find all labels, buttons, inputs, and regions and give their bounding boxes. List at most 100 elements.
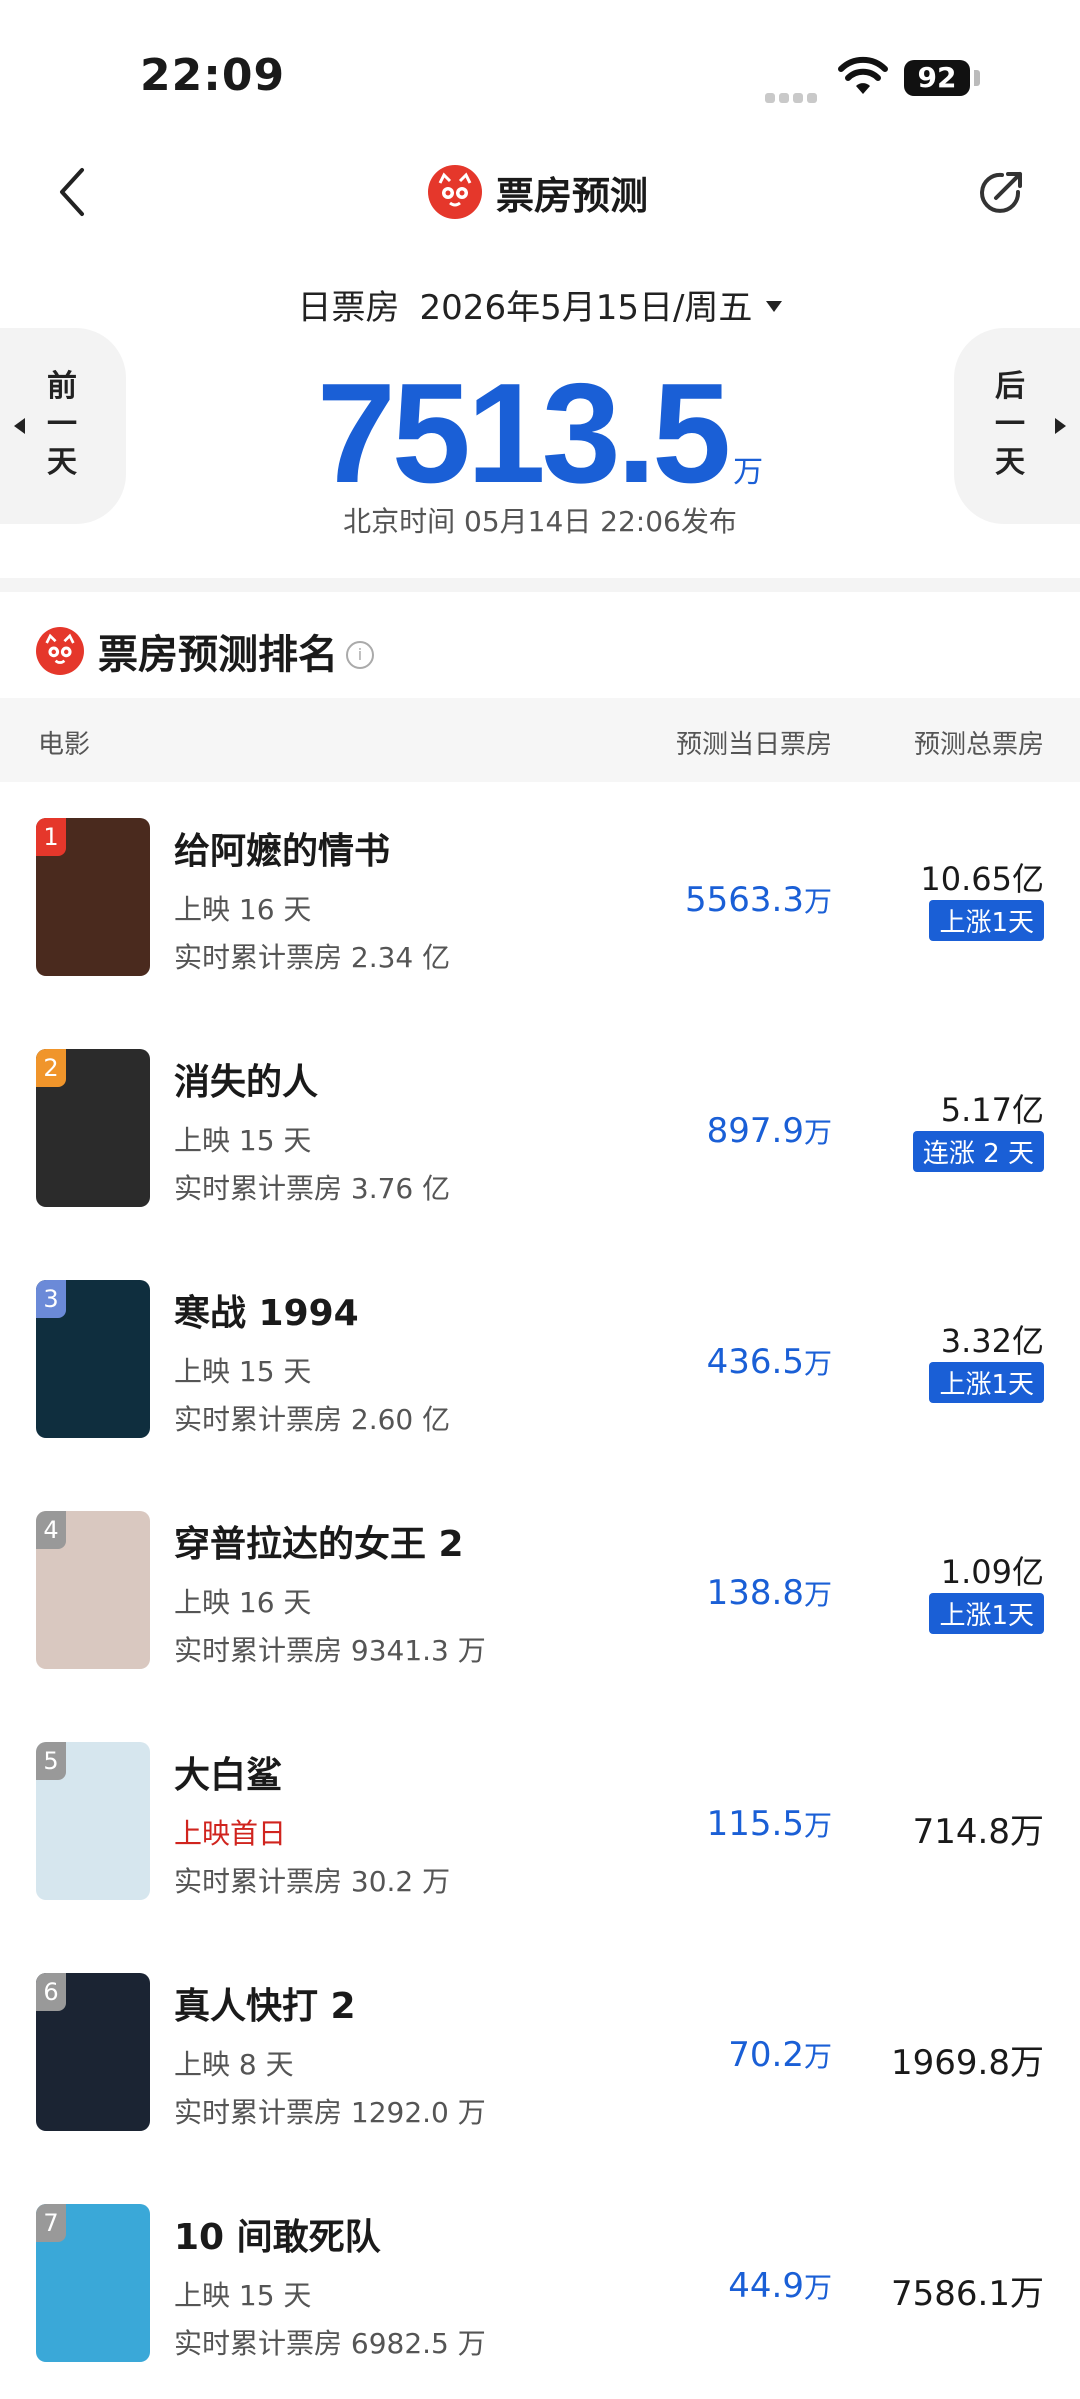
rank-badge: 7 [36, 2204, 66, 2242]
info-icon[interactable]: i [346, 641, 374, 669]
movie-title: 真人快打 2 [174, 1986, 356, 2027]
predicted-today-unit: 万 [803, 1116, 832, 1149]
chevron-left-icon [60, 168, 84, 216]
status-time: 22:09 [140, 50, 286, 101]
ranking-header: 票房预测排名 i [36, 622, 374, 680]
cumulative-boxoffice: 实时累计票房 3.76 亿 [174, 1172, 451, 1205]
movie-row[interactable]: 6 真人快打 2 上映 8 天 实时累计票房 1292.0 万 70.2万 19… [0, 1937, 1080, 2168]
date-selector[interactable]: 日票房 2026年5月15日/周五 [0, 280, 1080, 329]
trend-badge: 上涨1天 [929, 1593, 1044, 1634]
predicted-today-value: 897.9 [706, 1111, 804, 1151]
wifi-icon [838, 56, 888, 96]
rank-badge: 4 [36, 1511, 66, 1549]
predicted-today: 436.5万 [707, 1342, 832, 1382]
predicted-total: 7586.1万 [891, 2274, 1044, 2314]
cumulative-boxoffice: 实时累计票房 6982.5 万 [174, 2327, 486, 2360]
movie-title: 10 间敢死队 [174, 2217, 381, 2258]
maoyan-logo-icon [428, 165, 482, 219]
predicted-today: 115.5万 [707, 1804, 832, 1844]
share-icon [980, 172, 1022, 213]
movie-poster: 3 [36, 1280, 150, 1438]
cumulative-boxoffice: 实时累计票房 1292.0 万 [174, 2096, 486, 2129]
section-title: 票房预测排名 [98, 632, 338, 678]
rank-badge: 6 [36, 1973, 66, 2011]
cumulative-boxoffice: 实时累计票房 2.34 亿 [174, 941, 451, 974]
release-days: 上映首日 [174, 1817, 287, 1850]
predicted-today-value: 436.5 [706, 1342, 804, 1382]
movie-row[interactable]: 1 给阿嬷的情书 上映 16 天 实时累计票房 2.34 亿 5563.3万 1… [0, 782, 1080, 1013]
release-days: 上映 16 天 [174, 1586, 312, 1619]
status-bar: 22:09 92 [0, 0, 1080, 150]
caret-down-icon [766, 301, 783, 312]
predicted-today-value: 70.2 [728, 2035, 804, 2075]
signal-icon [765, 88, 821, 103]
movie-row[interactable]: 7 10 间敢死队 上映 15 天 实时累计票房 6982.5 万 44.9万 … [0, 2168, 1080, 2399]
cumulative-boxoffice: 实时累计票房 2.60 亿 [174, 1403, 451, 1436]
predicted-total: 10.65亿 [920, 860, 1044, 898]
table-header: 电影 预测当日票房 预测总票房 [0, 698, 1080, 782]
release-days: 上映 15 天 [174, 2279, 312, 2312]
movie-poster: 5 [36, 1742, 150, 1900]
trend-badge: 上涨1天 [929, 1362, 1044, 1403]
release-days: 上映 15 天 [174, 1355, 312, 1388]
release-days: 上映 8 天 [174, 2048, 294, 2081]
section-divider [0, 578, 1080, 592]
date-label: 日票房 [297, 288, 400, 328]
predicted-today-unit: 万 [803, 2040, 832, 2073]
total-unit: 万 [733, 455, 764, 490]
back-button[interactable] [50, 160, 94, 224]
predicted-today-unit: 万 [803, 1347, 832, 1380]
release-days: 上映 15 天 [174, 1124, 312, 1157]
battery-tip [974, 70, 980, 86]
movie-list: 1 给阿嬷的情书 上映 16 天 实时累计票房 2.34 亿 5563.3万 1… [0, 782, 1080, 2399]
movie-title: 穿普拉达的女王 2 [174, 1524, 464, 1565]
movie-poster: 2 [36, 1049, 150, 1207]
rank-badge: 1 [36, 818, 66, 856]
nav-title-group: 票房预测 [428, 162, 648, 222]
predicted-today-value: 44.9 [728, 2266, 804, 2306]
predicted-today: 138.8万 [707, 1573, 832, 1613]
total-value: 7513.5 [316, 354, 731, 513]
predicted-today: 897.9万 [707, 1111, 832, 1151]
movie-poster: 1 [36, 818, 150, 976]
release-days: 上映 16 天 [174, 893, 312, 926]
predicted-total: 1969.8万 [891, 2043, 1044, 2083]
predicted-today-value: 115.5 [706, 1804, 804, 1844]
movie-row[interactable]: 5 大白鲨 上映首日 实时累计票房 30.2 万 115.5万 714.8万 [0, 1706, 1080, 1937]
date-value: 2026年5月15日/周五 [419, 288, 753, 328]
predicted-today-unit: 万 [803, 885, 832, 918]
publish-time: 北京时间 05月14日 22:06发布 [343, 505, 737, 538]
movie-title: 消失的人 [174, 1062, 319, 1103]
predicted-total: 3.32亿 [940, 1322, 1044, 1360]
share-button[interactable] [974, 166, 1028, 220]
movie-row[interactable]: 3 寒战 1994 上映 15 天 实时累计票房 2.60 亿 436.5万 3… [0, 1244, 1080, 1475]
movie-row[interactable]: 2 消失的人 上映 15 天 实时累计票房 3.76 亿 897.9万 5.17… [0, 1013, 1080, 1244]
predicted-today: 70.2万 [728, 2035, 832, 2075]
page-title: 票房预测 [496, 173, 649, 218]
movie-title: 给阿嬷的情书 [174, 831, 391, 872]
predicted-today: 44.9万 [728, 2266, 832, 2306]
predicted-today: 5563.3万 [685, 880, 832, 920]
movie-row[interactable]: 4 穿普拉达的女王 2 上映 16 天 实时累计票房 9341.3 万 138.… [0, 1475, 1080, 1706]
movie-poster: 7 [36, 2204, 150, 2362]
battery-icon: 92 [904, 60, 970, 96]
col-today: 预测当日票房 [675, 730, 832, 760]
movie-poster: 6 [36, 1973, 150, 2131]
predicted-total: 1.09亿 [940, 1553, 1044, 1591]
predicted-today-unit: 万 [803, 1809, 832, 1842]
predicted-today-value: 5563.3 [685, 880, 804, 920]
predicted-today-value: 138.8 [706, 1573, 804, 1613]
daily-boxoffice-total: 7513.5 万 [0, 352, 1080, 516]
predicted-today-unit: 万 [803, 1578, 832, 1611]
movie-poster: 4 [36, 1511, 150, 1669]
col-total: 预测总票房 [913, 730, 1044, 760]
movie-title: 大白鲨 [174, 1755, 283, 1796]
movie-title: 寒战 1994 [174, 1293, 359, 1334]
predicted-today-unit: 万 [803, 2271, 832, 2304]
rank-badge: 3 [36, 1280, 66, 1318]
cumulative-boxoffice: 实时累计票房 9341.3 万 [174, 1634, 486, 1667]
predicted-total: 5.17亿 [940, 1091, 1044, 1129]
trend-badge: 上涨1天 [929, 900, 1044, 941]
col-movie: 电影 [38, 730, 91, 760]
rank-badge: 5 [36, 1742, 66, 1780]
